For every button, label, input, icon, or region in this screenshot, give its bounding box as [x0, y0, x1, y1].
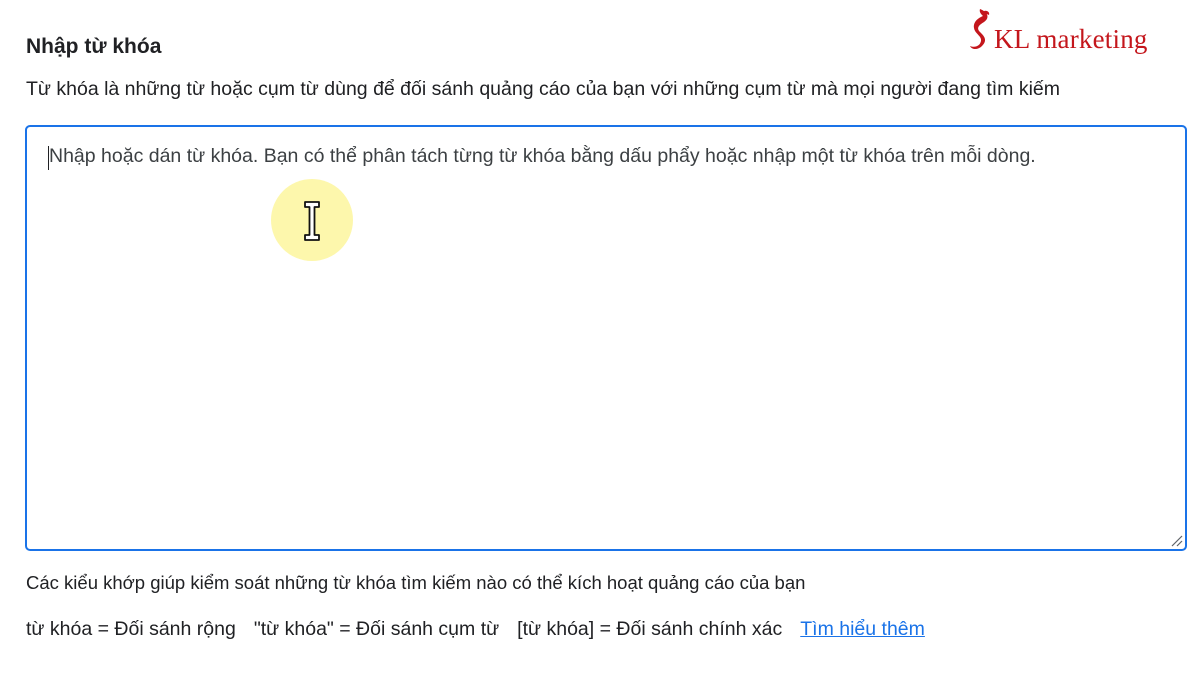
broad-match-label: từ khóa = Đối sánh rộng [26, 618, 236, 640]
brand-logo: KL marketing [966, 6, 1166, 60]
page-title: Nhập từ khóa [26, 35, 162, 58]
match-types-legend: từ khóa = Đối sánh rộng "từ khóa" = Đối … [26, 618, 925, 641]
learn-more-link[interactable]: Tìm hiểu thêm [800, 618, 925, 641]
keyword-input-container[interactable] [25, 125, 1187, 551]
phrase-match-label: "từ khóa" = Đối sánh cụm từ [253, 618, 500, 640]
phoenix-s-logo-icon [970, 9, 990, 49]
page-description: Từ khóa là những từ hoặc cụm từ dùng để … [26, 78, 1061, 100]
logo-text: KL marketing [994, 24, 1148, 54]
text-cursor-icon [304, 201, 320, 241]
text-caret [48, 146, 49, 170]
match-types-info: Các kiểu khớp giúp kiểm soát những từ kh… [26, 572, 806, 593]
keyword-input[interactable] [27, 127, 1185, 549]
resize-handle-icon[interactable] [1169, 533, 1183, 547]
exact-match-label: [từ khóa] = Đối sánh chính xác [517, 618, 783, 640]
